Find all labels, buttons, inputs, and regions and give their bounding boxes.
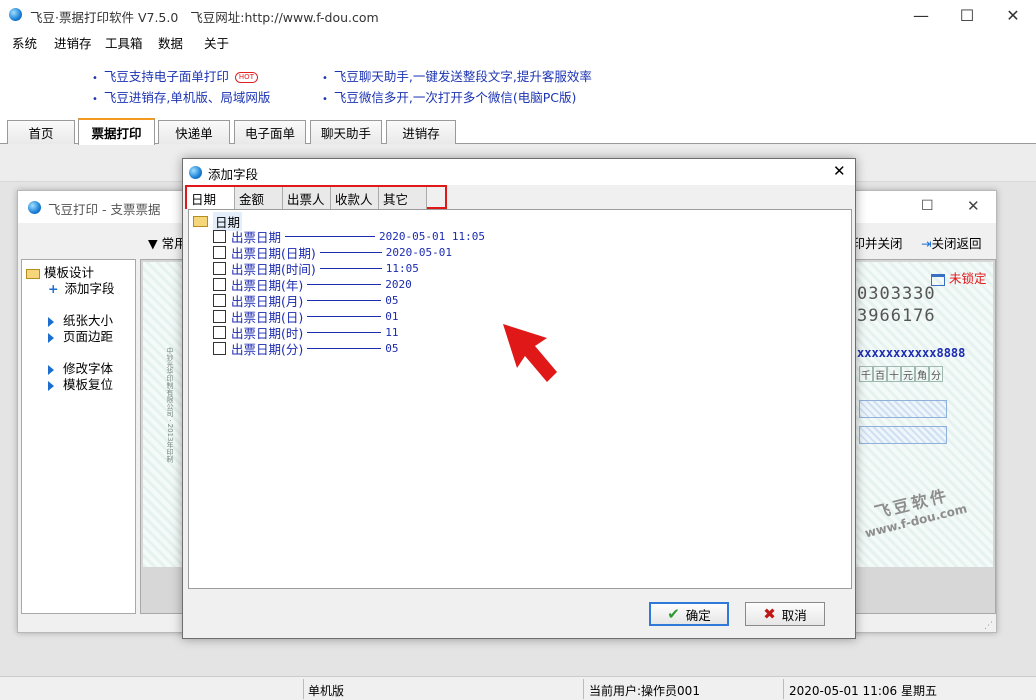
field-checkbox[interactable]	[213, 341, 226, 355]
template-design-panel: 模板设计 + 添加字段 纸张大小 页面边距 修改字体 模板复位	[21, 259, 136, 614]
field-checkbox[interactable]	[213, 309, 226, 323]
arrow-right-icon	[48, 380, 54, 391]
maximize-icon[interactable]: ☐	[944, 0, 990, 30]
x-icon: ✖	[763, 605, 776, 623]
status-datetime: 2020-05-01 11:06 星期五	[789, 684, 937, 698]
amount-col: 分	[929, 366, 943, 382]
title-bar: 飞豆·票据打印软件 V7.5.0 飞豆网址:http://www.f-dou.c…	[0, 0, 1036, 30]
bg-maximize-icon[interactable]: ☐	[921, 198, 934, 214]
status-separator	[303, 679, 304, 699]
tab-drawer[interactable]: 出票人	[283, 187, 331, 209]
exit-icon: ⇥	[921, 236, 932, 251]
common-dropdown[interactable]: ▼ 常用	[148, 233, 187, 252]
menu-inventory[interactable]: 进销存	[54, 33, 92, 52]
resize-grip-icon[interactable]: ⋰	[984, 621, 993, 631]
red-arrow-annotation-icon	[503, 324, 557, 382]
promo-area: • 飞豆支持电子面单打印 HOT • 飞豆进销存,单机版、局域网版 • 飞豆聊天助手,一…	[0, 52, 1036, 118]
cancel-button[interactable]: ✖ 取消	[745, 602, 825, 626]
tab-amount[interactable]: 金额	[235, 187, 283, 209]
close-return-button[interactable]: ⇥关闭返回	[921, 233, 982, 252]
dialog-close-icon[interactable]: ✕	[833, 162, 846, 180]
status-bar: 单机版 当前用户:操作员001 2020-05-01 11:06 星期五	[0, 676, 1036, 700]
account-number: xxxxxxxxxxx8888	[857, 346, 966, 360]
menu-system[interactable]: 系统	[12, 33, 37, 52]
arrow-right-icon	[48, 316, 54, 327]
dialog-tab-strip: 日期 金额 出票人 收款人 其它	[185, 185, 447, 209]
menu-toolbox[interactable]: 工具箱	[105, 33, 143, 52]
field-row[interactable]: 出票日期(分) 05	[213, 340, 399, 357]
dialog-titlebar: 添加字段 ✕	[183, 159, 855, 185]
tab-home[interactable]: 首页	[7, 120, 75, 144]
bg-close-icon[interactable]: ✕	[967, 197, 980, 215]
amount-col: 百	[873, 366, 887, 382]
tab-chat-assistant[interactable]: 聊天助手	[310, 120, 382, 144]
hot-badge: HOT	[234, 72, 258, 83]
app-logo-icon	[9, 8, 22, 21]
check-icon: ✔	[667, 605, 680, 623]
tab-inventory[interactable]: 进销存	[386, 120, 456, 144]
page-margin-item[interactable]: 页面边距	[48, 326, 113, 345]
edition-label: 单机版	[308, 684, 345, 698]
add-field-dialog: 添加字段 ✕ 日期 金额 出票人 收款人 其它 日期 出票日期 2020-05-0…	[182, 158, 856, 639]
plus-icon: +	[48, 281, 59, 296]
menu-about[interactable]: 关于	[204, 33, 229, 52]
printer-credit: 中钞光华印制有限公司 · 2013年印制	[166, 347, 174, 463]
ok-button[interactable]: ✔ 确定	[649, 602, 729, 626]
lock-status[interactable]: 未锁定	[931, 268, 987, 287]
bg-window-title: 飞豆打印 - 支票票据	[48, 202, 161, 217]
minimize-icon[interactable]: —	[898, 0, 944, 30]
field-box	[859, 426, 947, 444]
promo-link-inventory[interactable]: • 飞豆进销存,单机版、局域网版	[92, 87, 270, 106]
current-user: 当前用户:操作员001	[589, 684, 700, 698]
add-field-item[interactable]: + 添加字段	[48, 278, 115, 297]
field-checkbox[interactable]	[213, 245, 226, 259]
watermark: 飞豆软件 www.f-dou.com	[848, 476, 981, 558]
field-checkbox[interactable]	[213, 229, 226, 243]
field-checkbox[interactable]	[213, 277, 226, 291]
main-tab-strip: 首页 票据打印 快递单 电子面单 聊天助手 进销存	[0, 118, 1036, 145]
promo-link-ewaybill[interactable]: • 飞豆支持电子面单打印 HOT	[92, 66, 258, 85]
folder-icon	[26, 268, 40, 279]
app-title: 飞豆·票据打印软件 V7.5.0	[30, 10, 179, 25]
amount-col: 元	[901, 366, 915, 382]
field-checkbox[interactable]	[213, 325, 226, 339]
amount-col: 千	[859, 366, 873, 382]
status-separator	[783, 679, 784, 699]
promo-link-chat[interactable]: • 飞豆聊天助手,一键发送整段文字,提升客服效率	[322, 66, 592, 85]
close-icon[interactable]: ✕	[990, 0, 1036, 30]
tab-express[interactable]: 快递单	[158, 120, 230, 144]
field-checkbox[interactable]	[213, 293, 226, 307]
arrow-right-icon	[48, 332, 54, 343]
reset-template-item[interactable]: 模板复位	[48, 374, 113, 393]
tab-payee[interactable]: 收款人	[331, 187, 379, 209]
dialog-logo-icon	[189, 166, 202, 179]
dropdown-arrow-icon: ▼	[148, 236, 162, 251]
promo-link-wechat[interactable]: • 飞豆微信多开,一次打开多个微信(电脑PC版)	[322, 87, 576, 106]
field-box	[859, 400, 947, 418]
dialog-title: 添加字段	[208, 167, 259, 182]
folder-open-icon	[193, 216, 208, 227]
status-separator	[583, 679, 584, 699]
tab-ewaybill[interactable]: 电子面单	[234, 120, 306, 144]
amount-col: 角	[915, 366, 929, 382]
field-checkbox[interactable]	[213, 261, 226, 275]
tab-other[interactable]: 其它	[379, 187, 427, 209]
menu-data[interactable]: 数据	[158, 33, 183, 52]
window-title: 飞豆·票据打印软件 V7.5.0 飞豆网址:http://www.f-dou.c…	[30, 7, 379, 26]
ticket-number-1: 0303330	[857, 284, 936, 304]
menu-bar: 系统 进销存 工具箱 数据 关于	[0, 30, 1036, 52]
ticket-number-2: 3966176	[857, 306, 936, 326]
arrow-right-icon	[48, 364, 54, 375]
tab-ticket-print[interactable]: 票据打印	[78, 118, 155, 145]
bg-window-logo-icon	[28, 201, 41, 214]
amount-col: 十	[887, 366, 901, 382]
tab-date[interactable]: 日期	[187, 187, 235, 209]
field-tree: 日期 出票日期 2020-05-01 11:05 出票日期(日期) 2020-05-…	[188, 209, 852, 589]
amount-grid: 千 百 十 元 角 分	[859, 366, 943, 382]
site-label: 飞豆网址:http://www.f-dou.com	[190, 10, 379, 25]
